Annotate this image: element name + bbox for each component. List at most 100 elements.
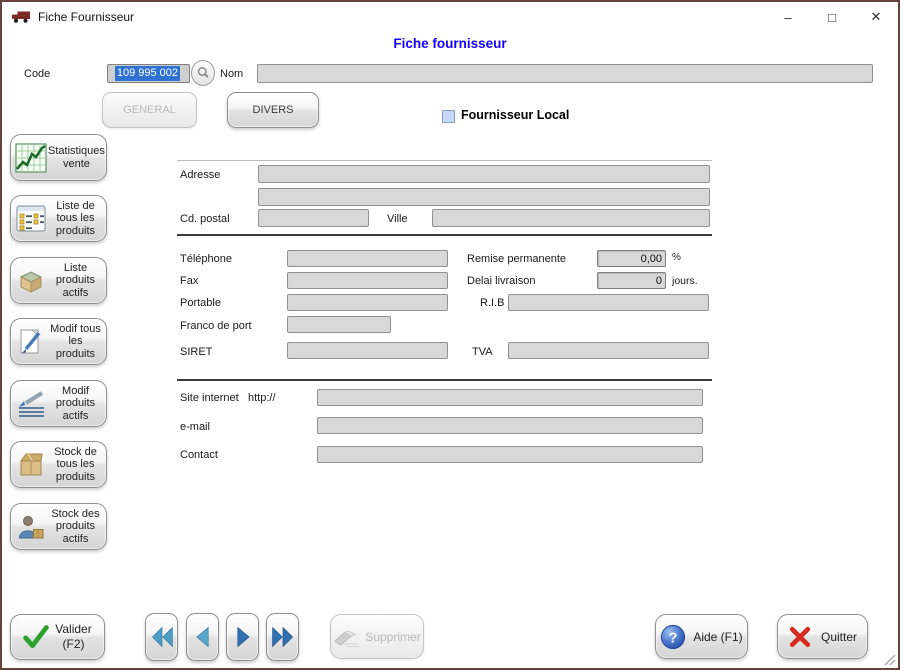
fournisseur-local-label: Fournisseur Local bbox=[461, 108, 569, 122]
contact-input[interactable] bbox=[317, 446, 703, 463]
aide-button[interactable]: ? Aide (F1) bbox=[655, 614, 748, 659]
last-record-icon bbox=[270, 623, 296, 651]
maximize-button[interactable]: □ bbox=[810, 2, 854, 32]
cd-postal-label: Cd. postal bbox=[180, 213, 230, 225]
sidebar-item-label: Statistiques vente bbox=[48, 145, 105, 170]
sidebar-item-label: Liste de tous les produits bbox=[48, 200, 103, 238]
telephone-input[interactable] bbox=[287, 250, 448, 267]
resize-grip-icon[interactable] bbox=[882, 652, 896, 666]
close-button[interactable]: ✕ bbox=[854, 2, 898, 32]
sidebar-stock-produits-actifs-button[interactable]: Stock des produits actifs bbox=[10, 503, 107, 550]
previous-record-icon bbox=[190, 623, 216, 651]
sidebar-statistiques-vente-button[interactable]: Statistiques vente bbox=[10, 134, 107, 181]
http-prefix-label: http:// bbox=[248, 392, 276, 404]
supprimer-label: Supprimer bbox=[365, 630, 420, 644]
adresse-label: Adresse bbox=[180, 169, 220, 181]
code-value-selected: 109 995 002 bbox=[115, 66, 180, 81]
product-list-icon bbox=[14, 205, 48, 232]
remise-unit-label: % bbox=[672, 252, 681, 263]
sidebar-item-label: Modif tous les produits bbox=[48, 323, 103, 361]
valider-label-line2: (F2) bbox=[63, 637, 85, 651]
eraser-icon bbox=[333, 626, 359, 648]
quitter-label: Quitter bbox=[821, 630, 857, 644]
nav-last-button[interactable] bbox=[266, 613, 299, 661]
code-input[interactable]: 109 995 002 bbox=[107, 64, 190, 83]
siret-input[interactable] bbox=[287, 342, 448, 359]
fax-input[interactable] bbox=[287, 272, 448, 289]
separator-top bbox=[177, 160, 712, 161]
nom-input[interactable] bbox=[257, 64, 873, 83]
sidebar-stock-tous-produits-button[interactable]: Stock de tous les produits bbox=[10, 441, 107, 488]
open-box-icon bbox=[14, 267, 48, 295]
fax-label: Fax bbox=[180, 275, 198, 287]
edit-document-icon bbox=[14, 328, 48, 356]
cd-postal-input[interactable] bbox=[258, 209, 369, 227]
fournisseur-local-checkbox[interactable] bbox=[442, 110, 455, 123]
portable-input[interactable] bbox=[287, 294, 448, 311]
nav-first-button[interactable] bbox=[145, 613, 178, 661]
minimize-button[interactable]: – bbox=[766, 2, 810, 32]
rib-input[interactable] bbox=[508, 294, 709, 311]
search-supplier-button[interactable] bbox=[191, 60, 215, 86]
sidebar-modif-produits-actifs-button[interactable]: Modif produits actifs bbox=[10, 380, 107, 427]
telephone-label: Téléphone bbox=[180, 253, 232, 265]
site-internet-label: Site internet bbox=[180, 392, 239, 404]
close-x-icon bbox=[788, 625, 812, 649]
page-title: Fiche fournisseur bbox=[2, 36, 898, 51]
tva-input[interactable] bbox=[508, 342, 709, 359]
separator-mid1 bbox=[177, 234, 712, 236]
nav-next-button[interactable] bbox=[226, 613, 259, 661]
remise-input[interactable]: 0,00 bbox=[597, 250, 666, 267]
sidebar-item-label: Liste produits actifs bbox=[48, 262, 103, 300]
ville-label: Ville bbox=[387, 213, 408, 225]
sidebar-item-label: Modif produits actifs bbox=[48, 385, 103, 423]
aide-label: Aide (F1) bbox=[693, 630, 742, 644]
separator-mid2 bbox=[177, 379, 712, 381]
ville-input[interactable] bbox=[432, 209, 710, 227]
tab-general[interactable]: GENERAL bbox=[102, 92, 197, 128]
help-icon: ? bbox=[660, 624, 686, 650]
delai-input[interactable]: 0 bbox=[597, 272, 666, 289]
next-record-icon bbox=[230, 623, 256, 651]
quitter-button[interactable]: Quitter bbox=[777, 614, 868, 659]
nom-label: Nom bbox=[220, 68, 243, 80]
sidebar-item-label: Stock des produits actifs bbox=[48, 508, 103, 546]
adresse-line1-input[interactable] bbox=[258, 165, 710, 183]
sidebar-item-label: Stock de tous les produits bbox=[48, 446, 103, 484]
nav-previous-button[interactable] bbox=[186, 613, 219, 661]
sidebar-modif-tous-produits-button[interactable]: Modif tous les produits bbox=[10, 318, 107, 365]
valider-label-line1: Valider bbox=[55, 622, 91, 636]
portable-label: Portable bbox=[180, 297, 221, 309]
rib-label: R.I.B bbox=[480, 297, 504, 309]
code-label: Code bbox=[24, 68, 50, 80]
sidebar-liste-produits-actifs-button[interactable]: Liste produits actifs bbox=[10, 257, 107, 304]
delai-label: Delai livraison bbox=[467, 275, 535, 287]
delai-unit-label: jours. bbox=[672, 275, 698, 287]
person-box-icon bbox=[14, 513, 48, 541]
tab-divers[interactable]: DIVERS bbox=[227, 92, 319, 128]
box-icon bbox=[14, 451, 48, 479]
first-record-icon bbox=[149, 623, 175, 651]
edit-lines-icon bbox=[14, 390, 48, 417]
franco-input[interactable] bbox=[287, 316, 391, 333]
supprimer-button[interactable]: Supprimer bbox=[330, 614, 424, 659]
fiche-fournisseur-window: Fiche Fournisseur – □ ✕ Fiche fournisseu… bbox=[0, 0, 900, 670]
adresse-line2-input[interactable] bbox=[258, 188, 710, 206]
svg-text:?: ? bbox=[669, 630, 678, 646]
siret-label: SIRET bbox=[180, 346, 212, 358]
sidebar-liste-tous-produits-button[interactable]: Liste de tous les produits bbox=[10, 195, 107, 242]
site-internet-input[interactable] bbox=[317, 389, 703, 406]
tva-label: TVA bbox=[472, 346, 493, 358]
search-icon bbox=[194, 64, 212, 82]
email-label: e-mail bbox=[180, 421, 210, 433]
check-icon bbox=[23, 624, 49, 650]
sales-chart-icon bbox=[14, 143, 48, 173]
email-input[interactable] bbox=[317, 417, 703, 434]
remise-label: Remise permanente bbox=[467, 253, 566, 265]
title-bar: Fiche Fournisseur – □ ✕ bbox=[2, 2, 898, 32]
valider-button[interactable]: Valider (F2) bbox=[10, 614, 105, 660]
window-title: Fiche Fournisseur bbox=[38, 10, 134, 24]
truck-icon bbox=[11, 10, 31, 24]
contact-label: Contact bbox=[180, 449, 218, 461]
franco-label: Franco de port bbox=[180, 320, 252, 332]
